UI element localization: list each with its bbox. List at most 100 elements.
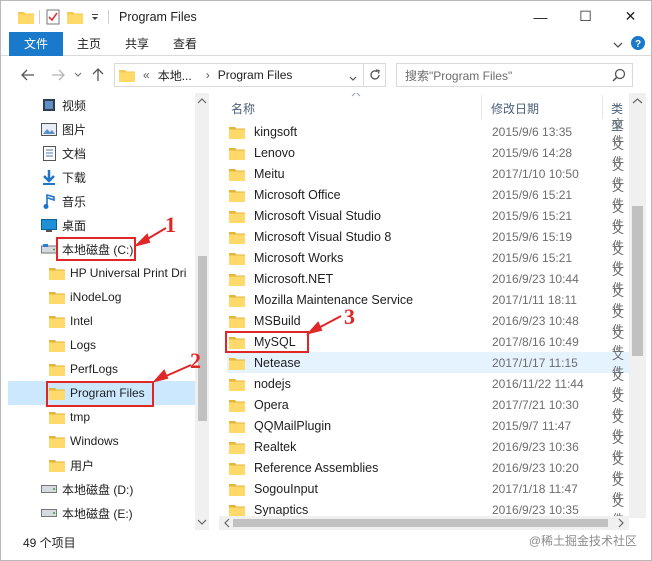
- refresh-button[interactable]: [364, 63, 386, 87]
- breadcrumb-segment-2[interactable]: Program Files: [218, 68, 293, 82]
- forward-button[interactable]: [45, 62, 71, 88]
- tab-file[interactable]: 文件: [9, 31, 64, 56]
- file-row[interactable]: SogouInput 2017/1/18 11:47 文件: [227, 474, 633, 505]
- file-name: Netease: [254, 355, 301, 370]
- maximize-button[interactable]: ☐: [563, 1, 608, 32]
- file-date: 2015/9/6 14:28: [492, 145, 573, 160]
- nav-item-folder[interactable]: Intel: [48, 309, 208, 333]
- file-row[interactable]: nodejs 2016/11/22 11:44 文件: [227, 369, 633, 400]
- file-row[interactable]: Lenovo 2015/9/6 14:28 文件: [227, 138, 633, 169]
- file-name: Realtek: [254, 439, 297, 454]
- nav-item-folder[interactable]: tmp: [48, 405, 208, 429]
- scroll-down-icon[interactable]: [195, 517, 209, 527]
- drive-icon: [40, 481, 58, 497]
- scroll-right-icon[interactable]: [616, 516, 626, 530]
- new-folder-icon[interactable]: [66, 8, 84, 26]
- folder-icon: [48, 313, 66, 329]
- document-icon: [40, 145, 58, 161]
- scroll-up-icon[interactable]: [195, 96, 209, 106]
- folder-icon: [119, 68, 135, 82]
- toolbar-divider: [39, 9, 40, 24]
- annotation-box-program-files: [46, 381, 154, 407]
- file-row[interactable]: Microsoft Office 2015/9/6 15:21 文件: [227, 180, 633, 211]
- nav-item-documents[interactable]: 文档: [40, 141, 200, 165]
- file-row[interactable]: Opera 2017/7/21 10:30 文件: [227, 390, 633, 421]
- recent-locations-button[interactable]: [71, 62, 85, 88]
- file-row[interactable]: Realtek 2016/9/23 10:36 文件: [227, 432, 633, 463]
- file-date: 2016/11/22 11:44: [492, 376, 584, 391]
- nav-item-folder[interactable]: Logs: [48, 333, 208, 357]
- column-header: 名称 修改日期 类型: [219, 93, 633, 133]
- file-name: MSBuild: [254, 313, 301, 328]
- file-row[interactable]: Netease 2017/1/17 11:15 文件: [227, 348, 633, 379]
- nav-item-label: 桌面: [62, 218, 87, 233]
- file-row[interactable]: Reference Assemblies 2016/9/23 10:20 文件: [227, 453, 633, 484]
- scroll-left-icon[interactable]: [222, 516, 232, 530]
- nav-item-desktop[interactable]: 桌面: [40, 213, 200, 237]
- close-button[interactable]: ✕: [608, 1, 651, 32]
- file-row[interactable]: MSBuild 2016/9/23 10:48 文件: [227, 306, 633, 337]
- annotation-number-2: 2: [190, 348, 201, 373]
- address-bar[interactable]: « 本地... › Program Files: [114, 63, 364, 87]
- file-row[interactable]: kingsoft 2015/9/6 13:35 文件: [227, 117, 633, 148]
- column-divider[interactable]: [602, 95, 603, 119]
- address-overflow[interactable]: «: [143, 68, 150, 82]
- back-button[interactable]: [15, 62, 41, 88]
- file-list: 名称 修改日期 类型 kingsoft 2015/9/6 13:35 文件 Lenov…: [219, 93, 633, 518]
- nav-item-downloads[interactable]: 下载: [40, 165, 200, 189]
- file-row[interactable]: QQMailPlugin 2015/9/7 11:47 文件: [227, 411, 633, 442]
- nav-item-folder[interactable]: 用户: [48, 453, 208, 477]
- nav-scroll-thumb[interactable]: [198, 256, 207, 421]
- navigation-pane: 视频 图片 文档 下载 音乐 桌面 本地磁盘 (C:) HP Universal…: [8, 93, 208, 530]
- folder-icon: [48, 337, 66, 353]
- nav-item-pictures[interactable]: 图片: [40, 117, 200, 141]
- tab-home[interactable]: 主页: [65, 32, 113, 56]
- tab-share[interactable]: 共享: [113, 32, 161, 56]
- nav-item-label: Logs: [70, 338, 97, 352]
- nav-item-label: Windows: [70, 434, 119, 448]
- address-dropdown-icon[interactable]: [349, 71, 357, 85]
- desktop-icon: [40, 217, 58, 233]
- column-name[interactable]: 名称: [231, 100, 255, 117]
- download-icon: [40, 169, 58, 185]
- quick-access-dropdown-icon[interactable]: [86, 8, 104, 26]
- file-date: 2015/9/6 13:35: [492, 124, 573, 139]
- column-date[interactable]: 修改日期: [491, 100, 539, 117]
- expand-ribbon-icon[interactable]: [613, 38, 623, 52]
- help-icon[interactable]: ?: [631, 36, 645, 53]
- nav-item-music[interactable]: 音乐: [40, 189, 200, 213]
- search-input[interactable]: 搜索"Program Files": [396, 63, 633, 87]
- up-button[interactable]: [85, 62, 111, 88]
- search-icon[interactable]: [612, 68, 626, 85]
- nav-item-drive-d[interactable]: 本地磁盘 (D:): [40, 477, 200, 501]
- file-row[interactable]: Microsoft Visual Studio 2015/9/6 15:21 文件: [227, 201, 633, 232]
- file-date: 2016/9/23 10:44: [492, 271, 579, 286]
- nav-item-folder[interactable]: HP Universal Print Dri: [48, 261, 208, 285]
- nav-item-folder[interactable]: Windows: [48, 429, 208, 453]
- ribbon-controls: ?: [613, 36, 645, 53]
- address-row: « 本地... › Program Files 搜索"Program Files…: [1, 57, 651, 93]
- file-row[interactable]: Microsoft Works 2015/9/6 15:21 文件: [227, 243, 633, 274]
- breadcrumb-segment-1[interactable]: 本地...: [158, 67, 192, 84]
- nav-item-folder[interactable]: PerfLogs: [48, 357, 208, 381]
- minimize-button[interactable]: —: [518, 1, 563, 32]
- nav-item-label: 本地磁盘 (D:): [62, 482, 134, 497]
- file-date: 2015/9/7 11:47: [492, 418, 572, 433]
- file-scroll-thumb[interactable]: [632, 206, 643, 356]
- breadcrumb-separator[interactable]: ›: [206, 68, 210, 82]
- properties-icon[interactable]: [44, 8, 62, 26]
- file-row[interactable]: Mozilla Maintenance Service 2017/1/11 18:…: [227, 285, 633, 316]
- file-row[interactable]: Microsoft Visual Studio 8 2015/9/6 15:19 文…: [227, 222, 633, 253]
- horizontal-scroll-thumb[interactable]: [233, 519, 608, 527]
- nav-item-videos[interactable]: 视频: [40, 93, 200, 117]
- file-row[interactable]: Meitu 2017/1/10 10:50 文件: [227, 159, 633, 190]
- nav-item-folder[interactable]: iNodeLog: [48, 285, 208, 309]
- tab-view[interactable]: 查看: [161, 32, 209, 56]
- file-date: 2016/9/23 10:35: [492, 502, 579, 517]
- column-divider[interactable]: [481, 95, 482, 119]
- nav-item-drive-e[interactable]: 本地磁盘 (E:): [40, 501, 200, 525]
- file-row[interactable]: Microsoft.NET 2016/9/23 10:44 文件: [227, 264, 633, 295]
- file-date: 2016/9/23 10:36: [492, 439, 579, 454]
- folder-icon: [48, 289, 66, 305]
- scroll-up-icon[interactable]: [629, 96, 646, 106]
